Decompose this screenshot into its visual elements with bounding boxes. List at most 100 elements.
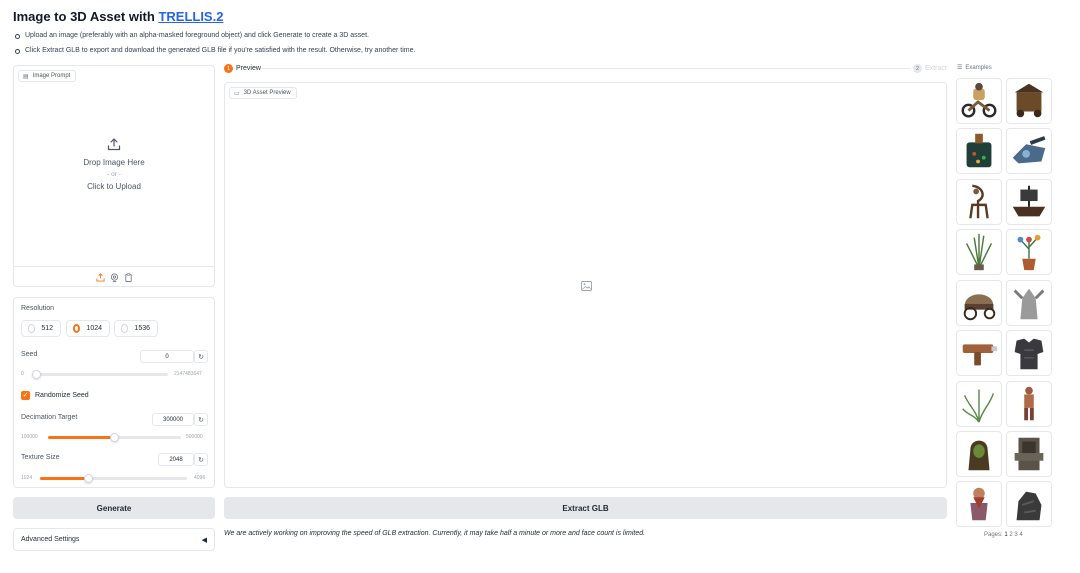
resolution-label: Resolution bbox=[21, 305, 55, 312]
step-preview-label: Preview bbox=[236, 65, 261, 72]
example-thumbnail[interactable] bbox=[956, 229, 1002, 275]
step-number-2: 2 bbox=[913, 64, 922, 73]
seed-slider[interactable] bbox=[32, 370, 168, 379]
texture-max: 4096 bbox=[194, 475, 206, 481]
example-dwarf bbox=[970, 487, 988, 521]
reset-icon: ↻ bbox=[198, 416, 204, 424]
example-throne bbox=[1014, 437, 1044, 471]
extraction-note: We are actively working on improving the… bbox=[224, 530, 646, 537]
resolution-option-label: 1024 bbox=[86, 325, 102, 332]
list-icon: ☰ bbox=[957, 65, 963, 71]
image-icon: ▤ bbox=[23, 73, 29, 80]
upload-icon[interactable] bbox=[95, 272, 105, 282]
example-thumbnail[interactable] bbox=[1006, 280, 1052, 326]
decimation-slider-handle[interactable] bbox=[110, 433, 119, 442]
instructions-list: Upload an image (preferably with an alph… bbox=[13, 29, 415, 58]
example-thumbnail[interactable] bbox=[1006, 330, 1052, 376]
trellis-link[interactable]: TRELLIS.2 bbox=[158, 9, 223, 24]
randomize-seed-label: Randomize Seed bbox=[35, 392, 89, 399]
upload-dropzone[interactable]: Drop Image Here - or - Click to Upload bbox=[14, 138, 214, 193]
asset-preview-label-text: 3D Asset Preview bbox=[243, 90, 291, 96]
step-extract[interactable]: 2 Extract bbox=[913, 64, 947, 73]
resolution-option-1536[interactable]: 1536 bbox=[114, 320, 158, 337]
example-thumbnail[interactable] bbox=[956, 431, 1002, 477]
example-thumbnail[interactable] bbox=[956, 481, 1002, 527]
example-thumbnail[interactable] bbox=[1006, 481, 1052, 527]
seed-max: 2147483647 bbox=[174, 371, 202, 377]
example-thumbnail[interactable] bbox=[1006, 431, 1052, 477]
page-link-3[interactable]: 3 bbox=[1014, 532, 1017, 538]
texture-slider-fill bbox=[40, 477, 89, 480]
example-thumbnail[interactable] bbox=[956, 78, 1002, 124]
generate-button[interactable]: Generate bbox=[13, 497, 215, 519]
image-prompt-panel[interactable]: ▤ Image Prompt Drop Image Here - or - Cl… bbox=[13, 65, 215, 287]
example-flower-pot bbox=[1017, 234, 1041, 271]
seed-slider-handle[interactable] bbox=[32, 370, 41, 379]
decimation-reset-button[interactable]: ↻ bbox=[194, 413, 208, 426]
decimation-min: 100000 bbox=[21, 434, 38, 440]
example-ornate-chair bbox=[969, 184, 989, 219]
decimation-slider[interactable] bbox=[48, 433, 181, 442]
image-prompt-label-text: Image Prompt bbox=[32, 73, 71, 79]
example-thumbnail[interactable] bbox=[956, 179, 1002, 225]
example-grass-plant bbox=[965, 233, 993, 271]
example-thumbnail[interactable] bbox=[956, 280, 1002, 326]
upload-icon bbox=[107, 138, 121, 151]
webcam-icon[interactable] bbox=[110, 272, 119, 282]
resolution-option-label: 1536 bbox=[134, 325, 150, 332]
randomize-seed-checkbox[interactable]: ✓ bbox=[21, 391, 30, 400]
caret-left-icon: ◀ bbox=[201, 536, 207, 544]
radio-button[interactable] bbox=[28, 324, 36, 333]
cube-icon: ▭ bbox=[234, 90, 240, 97]
example-thumbnail[interactable] bbox=[1006, 179, 1052, 225]
resolution-option-1024[interactable]: 1024 bbox=[66, 320, 110, 337]
extract-glb-button[interactable]: Extract GLB bbox=[224, 497, 947, 519]
resolution-option-512[interactable]: 512 bbox=[21, 320, 61, 337]
texture-reset-button[interactable]: ↻ bbox=[194, 453, 208, 466]
image-placeholder-icon bbox=[581, 281, 592, 291]
examples-header: ☰ Examples bbox=[957, 64, 992, 72]
texture-min: 1024 bbox=[21, 475, 33, 481]
texture-size-label: Texture Size bbox=[21, 454, 60, 461]
seed-input[interactable]: 0 bbox=[140, 350, 194, 363]
example-figure bbox=[1024, 386, 1034, 421]
example-thumbnail[interactable] bbox=[956, 381, 1002, 427]
example-thumbnail[interactable] bbox=[1006, 78, 1052, 124]
example-thumbnail[interactable] bbox=[956, 330, 1002, 376]
example-wooden-cart bbox=[1014, 83, 1044, 118]
advanced-settings-accordion[interactable]: Advanced Settings ◀ bbox=[13, 528, 215, 551]
page-link-2[interactable]: 2 bbox=[1009, 532, 1012, 538]
seed-label: Seed bbox=[21, 351, 38, 358]
example-thumbnail[interactable] bbox=[1006, 128, 1052, 174]
seed-reset-button[interactable]: ↻ bbox=[194, 350, 208, 363]
texture-slider-handle[interactable] bbox=[84, 474, 93, 483]
example-thumbnail[interactable] bbox=[1006, 229, 1052, 275]
decimation-label: Decimation Target bbox=[21, 414, 78, 421]
decimation-max: 500000 bbox=[186, 434, 203, 440]
radio-button-selected[interactable] bbox=[73, 324, 81, 333]
clipboard-icon[interactable] bbox=[124, 272, 133, 282]
image-prompt-label: ▤ Image Prompt bbox=[18, 70, 77, 82]
page-title: Image to 3D Asset with TRELLIS.2 bbox=[13, 9, 223, 24]
asset-preview-label: ▭ 3D Asset Preview bbox=[229, 87, 297, 99]
texture-size-slider[interactable] bbox=[40, 474, 187, 483]
texture-size-input[interactable]: 2048 bbox=[158, 453, 194, 466]
example-wagon bbox=[963, 294, 996, 321]
asset-preview-panel[interactable]: ▭ 3D Asset Preview bbox=[224, 82, 947, 488]
radio-button[interactable] bbox=[121, 324, 129, 333]
resolution-option-label: 512 bbox=[41, 325, 53, 332]
step-number-1: 1 bbox=[224, 64, 233, 73]
upload-source-bar bbox=[14, 266, 214, 287]
example-thumbnail[interactable] bbox=[956, 128, 1002, 174]
page-link-4[interactable]: 4 bbox=[1019, 532, 1022, 538]
decimation-input[interactable]: 300000 bbox=[152, 413, 194, 426]
seed-min: 0 bbox=[21, 371, 24, 377]
instruction-item: Upload an image (preferably with an alph… bbox=[13, 29, 415, 44]
example-tank bbox=[1012, 136, 1046, 164]
example-armor bbox=[1014, 338, 1044, 370]
step-preview[interactable]: 1 Preview bbox=[224, 64, 261, 73]
page-link-1[interactable]: 1 bbox=[1004, 532, 1007, 538]
reset-icon: ↻ bbox=[198, 456, 204, 464]
example-blaster-gun bbox=[962, 344, 998, 366]
example-thumbnail[interactable] bbox=[1006, 381, 1052, 427]
